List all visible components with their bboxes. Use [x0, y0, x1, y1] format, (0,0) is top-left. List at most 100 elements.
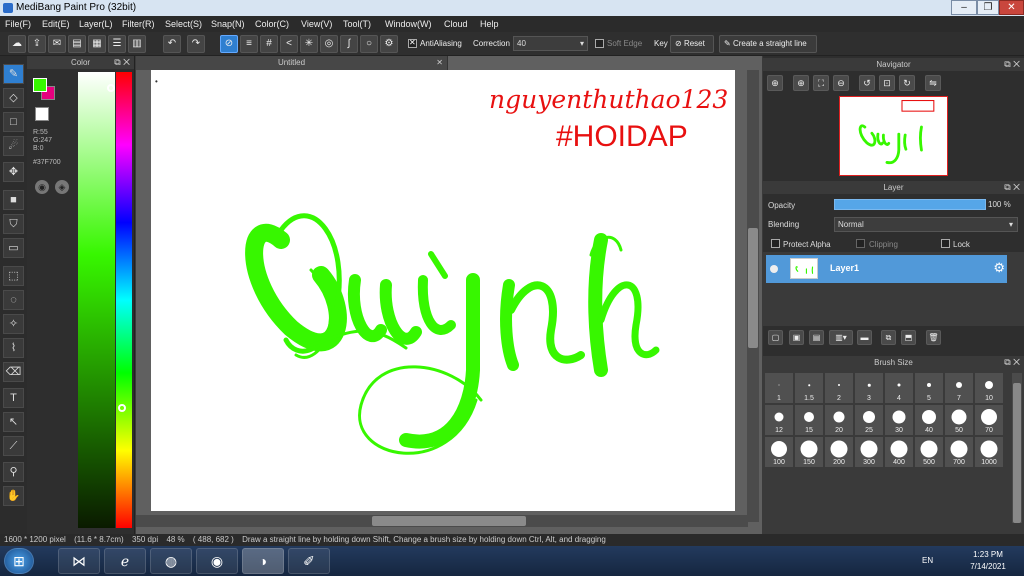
cloud-icon[interactable]: ☁: [8, 35, 26, 53]
comment-icon[interactable]: ✉: [48, 35, 66, 53]
brush-size-cell[interactable]: 2: [825, 373, 853, 403]
chat-icon[interactable]: ▤: [68, 35, 86, 53]
menu-color[interactable]: Color(C): [255, 19, 289, 29]
app-icon-green[interactable]: ◍: [150, 548, 192, 574]
brush-size-cell[interactable]: 3: [855, 373, 883, 403]
brush-size-cell[interactable]: 4: [885, 373, 913, 403]
menu-layer[interactable]: Layer(L): [79, 19, 113, 29]
menu-file[interactable]: File(F): [5, 19, 31, 29]
menu-filter[interactable]: Filter(R): [122, 19, 155, 29]
eraser-tool-icon[interactable]: ◇: [3, 88, 24, 108]
menu-snap[interactable]: Snap(N): [211, 19, 245, 29]
bucket-tool-icon[interactable]: ⛉: [3, 214, 24, 234]
lock-checkbox[interactable]: [941, 239, 950, 248]
brush-tool-icon[interactable]: ✎: [3, 64, 24, 84]
document-icon[interactable]: ▦: [88, 35, 106, 53]
snap-settings-icon[interactable]: ⚙: [380, 35, 398, 53]
hue-slider[interactable]: [116, 72, 132, 528]
select-rect-tool-icon[interactable]: ⬚: [3, 266, 24, 286]
curve-snap-icon[interactable]: ∫: [340, 35, 358, 53]
select-pen-tool-icon[interactable]: ⌇: [3, 338, 24, 358]
protect-alpha-checkbox[interactable]: [771, 239, 780, 248]
new-layer-icon[interactable]: ▢: [768, 330, 783, 345]
palette-icon[interactable]: ◉: [35, 180, 49, 194]
close-icon[interactable]: ⧉ ✕: [1004, 356, 1020, 369]
create-straight-line-button[interactable]: ✎ Create a straight line: [719, 35, 817, 53]
merge-layer-icon[interactable]: ⬒: [901, 330, 916, 345]
vertical-scroll-thumb[interactable]: [748, 228, 758, 348]
layer-row[interactable]: Layer1 ⚙: [766, 255, 1007, 283]
zoom-out-icon[interactable]: ⊖: [833, 75, 849, 91]
chrome-icon[interactable]: ◉: [196, 548, 238, 574]
brush-size-scrollbar[interactable]: [1012, 373, 1022, 523]
brush-size-cell[interactable]: 100: [765, 437, 793, 467]
minimize-button[interactable]: –: [951, 0, 977, 15]
trash-icon[interactable]: 🗑: [926, 330, 941, 345]
paint-icon[interactable]: ✐: [288, 548, 330, 574]
brush-size-cell[interactable]: 7: [945, 373, 973, 403]
clipping-checkbox[interactable]: [856, 239, 865, 248]
fit-icon[interactable]: ⛶: [813, 75, 829, 91]
hue-handle[interactable]: [118, 404, 126, 412]
foreground-color-swatch[interactable]: [33, 78, 47, 92]
transparent-color-swatch[interactable]: [35, 107, 49, 121]
rotate-left-icon[interactable]: ↺: [859, 75, 875, 91]
flip-icon[interactable]: ⇋: [925, 75, 941, 91]
opacity-slider[interactable]: [834, 199, 986, 210]
share-icon[interactable]: ⇪: [28, 35, 46, 53]
hand-tool-icon[interactable]: ✋: [3, 486, 24, 506]
brush-size-cell[interactable]: 5: [915, 373, 943, 403]
maximize-button[interactable]: ❐: [977, 0, 999, 15]
zoom-in-icon[interactable]: ⊕: [767, 75, 783, 91]
internet-explorer-icon[interactable]: ℯ: [104, 548, 146, 574]
correction-select[interactable]: 40 ▾: [513, 36, 588, 51]
operation-tool-icon[interactable]: ↖: [3, 412, 24, 432]
zoom-plus-icon[interactable]: ⊕: [793, 75, 809, 91]
radial-snap-icon[interactable]: ✳: [300, 35, 318, 53]
brush-size-cell[interactable]: 50: [945, 405, 973, 435]
rotate-right-icon[interactable]: ↻: [899, 75, 915, 91]
brush-size-cell[interactable]: 40: [915, 405, 943, 435]
color-settings-icon[interactable]: ◈: [55, 180, 69, 194]
brush-size-cell[interactable]: 200: [825, 437, 853, 467]
language-indicator[interactable]: EN: [922, 556, 933, 565]
navigator-preview[interactable]: [839, 96, 948, 176]
reset-button[interactable]: ⊘ Reset: [670, 35, 714, 53]
brush-size-cell[interactable]: 300: [855, 437, 883, 467]
folder-icon[interactable]: ▬: [857, 330, 872, 345]
fill-rect-tool-icon[interactable]: ■: [3, 190, 24, 210]
close-icon[interactable]: ⧉ ✕: [1004, 181, 1020, 194]
move-tool-icon[interactable]: ✥: [3, 162, 24, 182]
soft-edge-checkbox[interactable]: [595, 39, 604, 48]
brush-size-cell[interactable]: 400: [885, 437, 913, 467]
antialiasing-checkbox[interactable]: [408, 38, 417, 48]
brush-size-cell[interactable]: 70: [975, 405, 1003, 435]
text-tool-icon[interactable]: T: [3, 388, 24, 408]
blending-select[interactable]: Normal ▾: [834, 217, 1018, 232]
close-button[interactable]: ✕: [999, 0, 1024, 15]
close-icon[interactable]: ⧉ ✕: [1004, 58, 1020, 71]
vertical-scrollbar[interactable]: [747, 70, 759, 522]
brush-size-cell[interactable]: 10: [975, 373, 1003, 403]
visual-studio-icon[interactable]: ⋈: [58, 548, 100, 574]
smudge-tool-icon[interactable]: ☄: [3, 136, 24, 156]
brush-size-cell[interactable]: 30: [885, 405, 913, 435]
clock[interactable]: 1:23 PM 7/14/2021: [958, 549, 1018, 573]
brush-size-cell[interactable]: 700: [945, 437, 973, 467]
brush-size-cell[interactable]: 150: [795, 437, 823, 467]
start-button[interactable]: ⊞: [4, 548, 34, 574]
menu-edit[interactable]: Edit(E): [42, 19, 70, 29]
close-icon[interactable]: ✕: [436, 56, 443, 70]
saturation-brightness-slider[interactable]: [78, 72, 115, 528]
new-halftone-layer-icon[interactable]: ▣: [789, 330, 804, 345]
close-icon[interactable]: ⧉ ✕: [114, 56, 130, 69]
brush-size-cell[interactable]: 500: [915, 437, 943, 467]
brush-size-cell[interactable]: 1.5: [795, 373, 823, 403]
magic-wand-tool-icon[interactable]: ✧: [3, 314, 24, 334]
gradient-tool-icon[interactable]: ▭: [3, 238, 24, 258]
document-tab[interactable]: Untitled ✕: [136, 56, 448, 70]
horizontal-scroll-thumb[interactable]: [372, 516, 526, 526]
parallel-snap-icon[interactable]: ≡: [240, 35, 258, 53]
lasso-tool-icon[interactable]: ◌: [3, 290, 24, 310]
drawing-canvas[interactable]: nguyenthuthao123 #HOIDAP •: [151, 70, 735, 511]
